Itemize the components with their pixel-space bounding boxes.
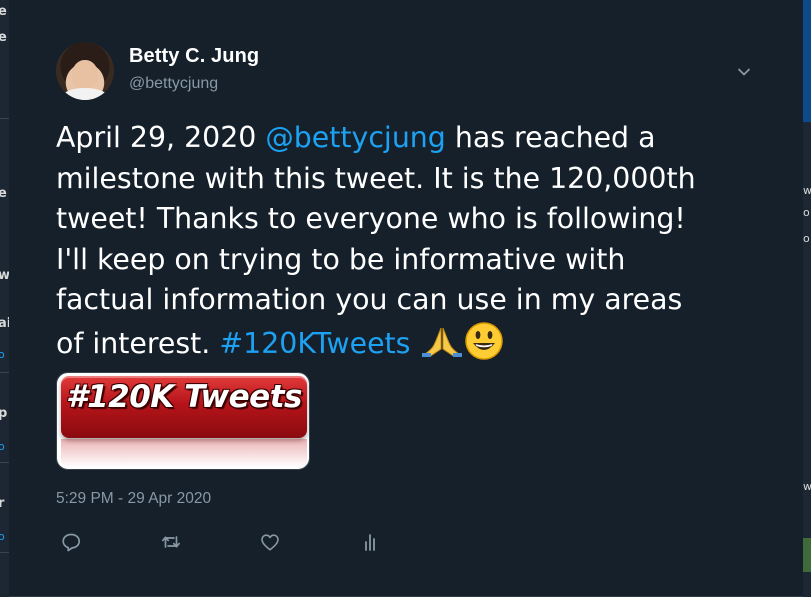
like-icon[interactable] (258, 530, 282, 554)
avatar-shirt (62, 88, 108, 100)
avatar[interactable] (56, 42, 114, 100)
hashtag-link[interactable]: #120KTweets (219, 327, 410, 360)
background-text: ai (0, 316, 9, 331)
background-text: o (803, 206, 810, 219)
divider (0, 552, 9, 553)
background-link: o (0, 530, 5, 543)
tweet-card: Betty C. Jung @bettycjung April 29, 2020… (9, 0, 803, 597)
divider (0, 462, 9, 463)
avatar-face (72, 60, 98, 90)
background-timeline-right: w o o w (803, 0, 811, 597)
background-text: o (803, 232, 810, 245)
background-text: r (0, 496, 5, 511)
background-text: w (803, 480, 811, 493)
background-link: o (0, 348, 5, 361)
tweet-actions (9, 530, 803, 560)
reply-icon[interactable] (59, 530, 83, 554)
tweet-media-image[interactable]: #120K Tweets (56, 372, 310, 470)
background-text: p (0, 406, 8, 421)
background-text: w (803, 184, 811, 197)
folded-hands-emoji-icon (420, 327, 464, 358)
smiley-emoji-icon (464, 321, 504, 361)
divider (0, 118, 9, 119)
divider (0, 372, 9, 373)
tweet-text-body: has reached a milestone with this tweet.… (56, 121, 696, 360)
media-reflection (61, 439, 307, 467)
background-text: w (0, 268, 9, 283)
author-handle[interactable]: @bettycjung (129, 75, 218, 93)
retweet-icon[interactable] (159, 530, 183, 554)
tweet-text: April 29, 2020 @bettycjung has reached a… (56, 118, 776, 364)
mention-link[interactable]: @bettycjung (265, 121, 445, 154)
analytics-icon[interactable] (359, 530, 383, 554)
media-image-text: #120K Tweets (66, 379, 302, 415)
background-text: e (0, 4, 7, 19)
tweet-timestamp[interactable]: 5:29 PM - 29 Apr 2020 (56, 490, 211, 508)
background-timeline-left: e e e w ai o p o r o (0, 0, 9, 597)
background-link: o (0, 440, 5, 453)
background-text: e (0, 186, 7, 201)
author-display-name[interactable]: Betty C. Jung (129, 45, 259, 68)
background-text: e (0, 30, 7, 45)
tweet-text-start: April 29, 2020 (56, 121, 266, 154)
background-panel (803, 0, 811, 122)
background-image (803, 538, 811, 572)
chevron-down-icon[interactable] (736, 64, 752, 80)
